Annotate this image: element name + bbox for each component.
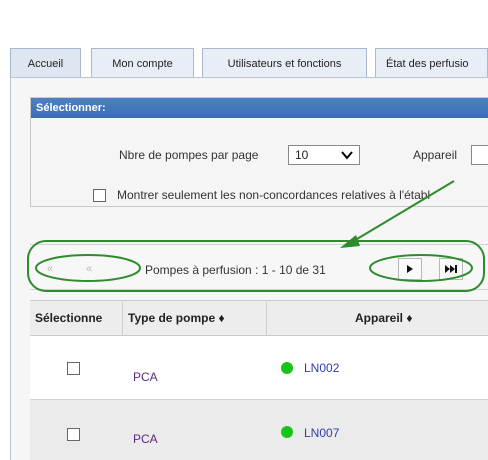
device-link[interactable]: LN007 (304, 426, 339, 440)
pump-type: PCA (133, 370, 158, 384)
annotation-next-ellipse (369, 254, 473, 282)
table-row[interactable] (30, 336, 488, 400)
status-dot-icon (281, 362, 293, 374)
table-row[interactable] (30, 400, 488, 460)
row-select-checkbox[interactable] (67, 428, 80, 441)
col-header-appareil[interactable]: Appareil ♦ (355, 300, 412, 336)
annotation-prev-ellipse (35, 254, 141, 282)
pump-type: PCA (133, 432, 158, 446)
col-header-select[interactable]: Sélectionne (35, 300, 102, 336)
device-link[interactable]: LN002 (304, 361, 339, 375)
status-dot-icon (281, 426, 293, 438)
col-header-type[interactable]: Type de pompe ♦ (128, 300, 225, 336)
annotation-pager-outline (27, 240, 485, 292)
annotation-arrow-line (351, 180, 455, 243)
row-select-checkbox[interactable] (67, 362, 80, 375)
